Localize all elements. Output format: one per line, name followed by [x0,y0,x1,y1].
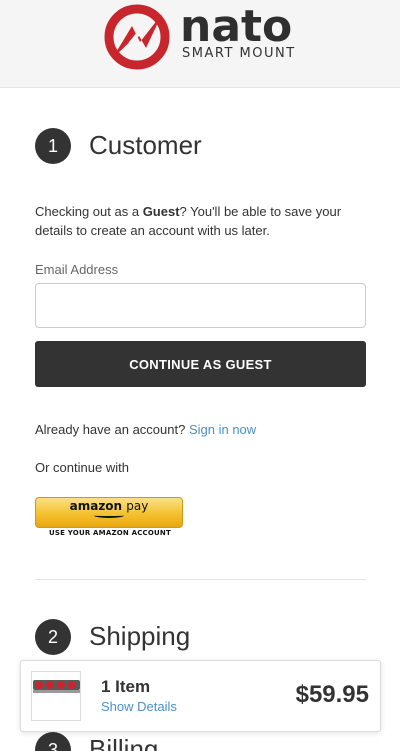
amazon-smile-icon [94,513,124,518]
account-prompt-line: Already have an account? Sign in now [35,422,256,437]
step-title-billing: Billing [89,734,159,751]
sign-in-link[interactable]: Sign in now [189,422,256,437]
email-label: Email Address [35,262,119,277]
site-header: nato SMART MOUNT [0,0,400,88]
account-prompt: Already have an account? [35,422,186,437]
continue-as-guest-button[interactable]: CONTINUE AS GUEST [35,341,366,387]
pay-word: pay [126,499,149,513]
guest-intro-text: Checking out as a Guest? You'll be able … [35,202,365,240]
step-number-shipping: 2 [35,619,71,655]
nato-logo-icon[interactable] [102,4,172,70]
email-field[interactable] [35,283,366,328]
intro-prefix: Checking out as a [35,204,143,219]
brand-name: nato [180,1,293,52]
amazon-pay-wordmark: amazon pay [36,499,182,513]
brand-tagline: SMART MOUNT [182,46,296,61]
product-thumbnail [31,671,81,721]
step-title-customer: Customer [89,130,202,160]
show-details-link[interactable]: Show Details [101,699,177,714]
or-continue-text: Or continue with [35,460,129,475]
amazon-word: amazon [69,499,123,513]
amazon-pay-subtext: USE YOUR AMAZON ACCOUNT [49,529,171,537]
section-divider [35,579,366,580]
step-title-shipping: Shipping [89,621,191,651]
cart-item-count: 1 Item [101,677,151,696]
step-number-billing: 3 [35,732,71,751]
intro-guest: Guest [142,204,180,219]
amazon-pay-button[interactable]: amazon pay USE YOUR AMAZON ACCOUNT [35,497,183,537]
cart-total: $59.95 [295,681,369,708]
step-number-customer: 1 [35,128,71,164]
cart-summary-card[interactable]: 1 Item Show Details $59.95 [20,660,381,732]
product-image-icon [33,680,80,693]
